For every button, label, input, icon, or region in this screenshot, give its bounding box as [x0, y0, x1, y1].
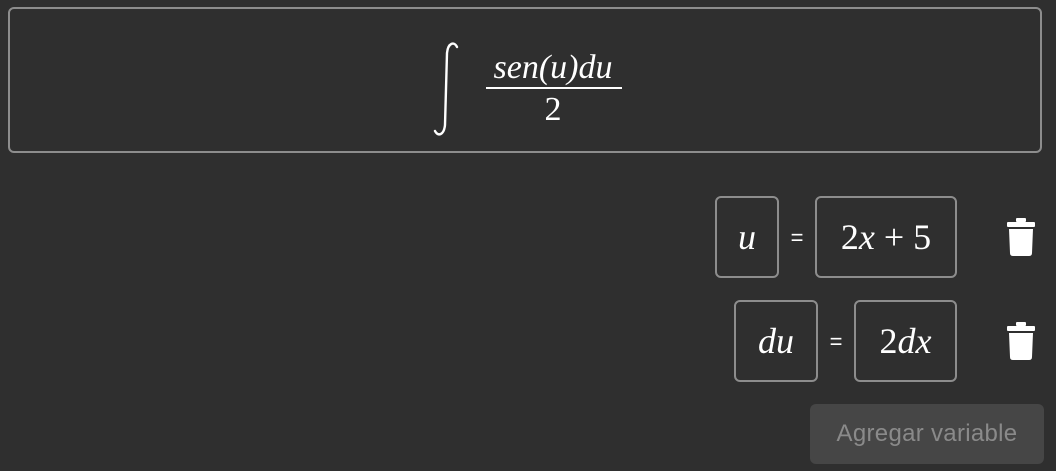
variable-value-field[interactable]: 2 dx — [854, 300, 957, 382]
value-rest: + 5 — [874, 217, 932, 257]
variable-name: u — [738, 217, 756, 257]
variable-name-field[interactable]: du — [734, 300, 818, 382]
value-coefficient: 2 — [840, 217, 859, 257]
integral-sign — [433, 42, 459, 136]
numerator: sen(u)du — [493, 49, 613, 86]
fraction: sen(u)du 2 — [484, 47, 622, 131]
value-variable: dx — [897, 321, 932, 361]
equals-sign: = — [790, 225, 804, 250]
trash-icon[interactable] — [1007, 322, 1035, 360]
value-coefficient: 2 — [879, 321, 898, 361]
add-variable-button[interactable]: Agregar variable — [810, 404, 1044, 464]
variable-name: du — [758, 321, 794, 361]
equals-sign: = — [829, 329, 843, 354]
variable-value-field[interactable]: 2x + 5 — [815, 196, 957, 278]
denominator: 2 — [544, 91, 562, 128]
trash-icon[interactable] — [1007, 218, 1035, 256]
variable-name-field[interactable]: u — [715, 196, 779, 278]
value-variable: x — [858, 217, 875, 257]
expression-panel[interactable]: sen(u)du 2 — [8, 7, 1042, 153]
